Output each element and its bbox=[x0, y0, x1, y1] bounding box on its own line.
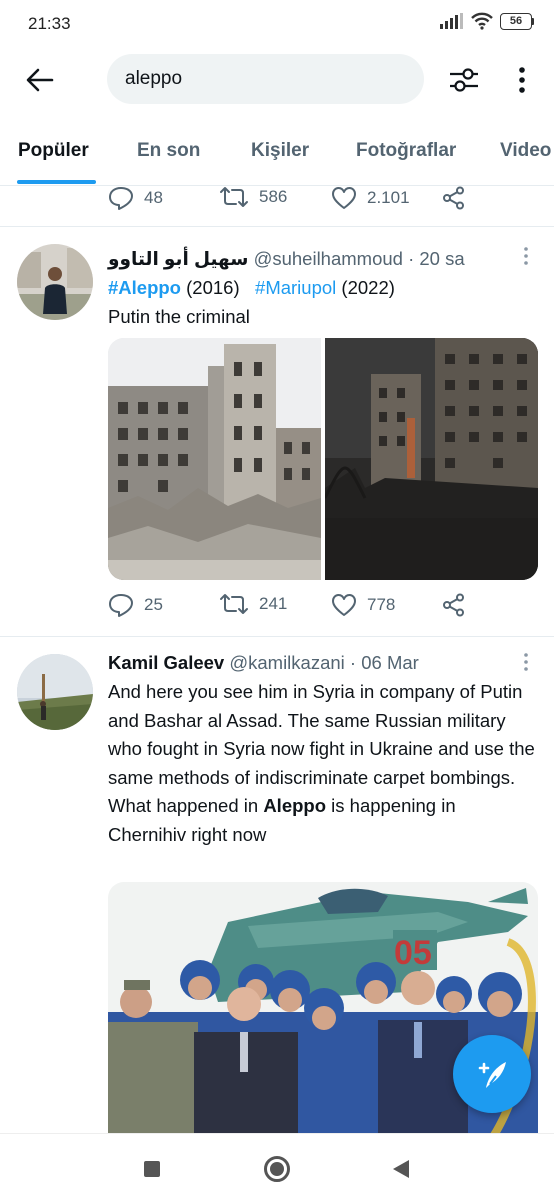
battery-level: 56 bbox=[509, 15, 523, 27]
retweet-icon bbox=[220, 594, 248, 614]
more-vertical-icon bbox=[519, 67, 525, 93]
like-count: 2.101 bbox=[367, 188, 410, 207]
overflow-menu-button[interactable] bbox=[510, 62, 534, 98]
battery-icon: 56 bbox=[500, 12, 534, 30]
aircraft-number: 05 bbox=[394, 934, 432, 972]
home-button[interactable] bbox=[262, 1154, 292, 1184]
tab-people[interactable]: Kişiler bbox=[251, 140, 309, 162]
sliders-icon bbox=[450, 68, 478, 92]
reply-icon bbox=[109, 594, 133, 617]
square-icon bbox=[144, 1161, 160, 1177]
back-button[interactable] bbox=[22, 62, 58, 98]
compose-feather-icon bbox=[478, 1062, 506, 1088]
heart-icon bbox=[332, 187, 356, 209]
search-box[interactable] bbox=[107, 54, 424, 104]
arrow-left-icon bbox=[26, 68, 54, 92]
reply-button[interactable]: 25 bbox=[108, 593, 163, 617]
tweet-header: Kamil Galeev @kamilkazani · 06 Mar bbox=[108, 652, 419, 674]
recent-apps-button[interactable] bbox=[137, 1154, 167, 1184]
wifi-icon bbox=[471, 12, 493, 30]
author-handle[interactable]: @suheilhammoud bbox=[254, 248, 403, 269]
system-back-button[interactable] bbox=[386, 1154, 416, 1184]
retweet-count: 586 bbox=[259, 187, 288, 206]
status-icons: 56 bbox=[440, 12, 534, 30]
signal-icon bbox=[440, 13, 463, 29]
reply-icon bbox=[109, 187, 133, 210]
retweet-button[interactable]: 586 bbox=[219, 186, 287, 208]
tweet-actions: 25 241 778 bbox=[108, 593, 488, 623]
tweet-text: And here you see him in Syria in company… bbox=[108, 681, 535, 845]
more-vertical-icon bbox=[524, 247, 528, 265]
aleppo-photo[interactable] bbox=[108, 338, 321, 580]
more-vertical-icon bbox=[524, 653, 528, 671]
author-name[interactable]: سهيل أبو التاوو bbox=[108, 248, 248, 269]
author-handle[interactable]: @kamilkazani bbox=[229, 652, 344, 673]
tweet-more-button[interactable] bbox=[516, 244, 536, 268]
tab-photos[interactable]: Fotoğraflar bbox=[356, 140, 456, 162]
avatar-photo bbox=[17, 244, 93, 320]
active-tab-indicator bbox=[17, 180, 96, 184]
status-bar: 21:33 56 bbox=[0, 0, 554, 48]
tweet-text-line: Putin the criminal bbox=[108, 305, 250, 327]
share-icon bbox=[443, 593, 464, 617]
reply-count: 25 bbox=[144, 595, 163, 614]
tweet-time: · 20 sa bbox=[408, 248, 465, 269]
search-highlight: Aleppo bbox=[263, 795, 327, 816]
mariupol-photo[interactable] bbox=[325, 338, 538, 580]
avatar[interactable] bbox=[17, 244, 93, 320]
like-count: 778 bbox=[367, 595, 396, 614]
tab-videos[interactable]: Video bbox=[500, 140, 551, 162]
reply-count: 48 bbox=[144, 188, 163, 207]
search-header bbox=[0, 48, 554, 112]
retweet-icon bbox=[220, 187, 248, 207]
search-tabs: Popüler En son Kişiler Fotoğraflar Video bbox=[0, 112, 554, 186]
tweet-header: سهيل أبو التاوو @suheilhammoud · 20 sa bbox=[108, 248, 465, 270]
tweet-media[interactable] bbox=[108, 338, 538, 580]
status-time: 21:33 bbox=[28, 14, 71, 33]
share-button[interactable] bbox=[442, 186, 466, 210]
share-icon bbox=[443, 186, 464, 210]
tweet[interactable]: سهيل أبو التاوو @suheilhammoud · 20 sa #… bbox=[0, 227, 554, 635]
hashtag-link[interactable]: #Aleppo bbox=[108, 277, 181, 298]
retweet-count: 241 bbox=[259, 594, 288, 613]
tab-popular[interactable]: Popüler bbox=[18, 140, 89, 162]
tab-latest[interactable]: En son bbox=[137, 140, 200, 162]
tweet-text: #Aleppo (2016) #Mariupol (2022) Putin th… bbox=[108, 277, 395, 327]
search-input[interactable] bbox=[125, 68, 405, 90]
avatar[interactable] bbox=[17, 654, 93, 730]
circle-icon bbox=[264, 1156, 290, 1182]
reply-button[interactable]: 48 bbox=[108, 186, 163, 210]
prev-tweet-actions: 48 586 2.101 bbox=[108, 186, 488, 216]
like-button[interactable]: 2.101 bbox=[331, 186, 410, 210]
system-navigation-bar bbox=[0, 1133, 554, 1200]
avatar-photo bbox=[17, 654, 93, 730]
triangle-back-icon bbox=[393, 1160, 409, 1178]
compose-tweet-button[interactable] bbox=[453, 1035, 531, 1113]
tweet-time: · 06 Mar bbox=[349, 652, 419, 673]
tweet-more-button[interactable] bbox=[516, 650, 536, 674]
heart-icon bbox=[332, 594, 356, 616]
author-name[interactable]: Kamil Galeev bbox=[108, 652, 224, 673]
like-button[interactable]: 778 bbox=[331, 593, 395, 617]
hashtag-link[interactable]: #Mariupol bbox=[255, 277, 336, 298]
share-button[interactable] bbox=[442, 593, 466, 617]
retweet-button[interactable]: 241 bbox=[219, 593, 287, 615]
search-filter-button[interactable] bbox=[446, 62, 482, 98]
